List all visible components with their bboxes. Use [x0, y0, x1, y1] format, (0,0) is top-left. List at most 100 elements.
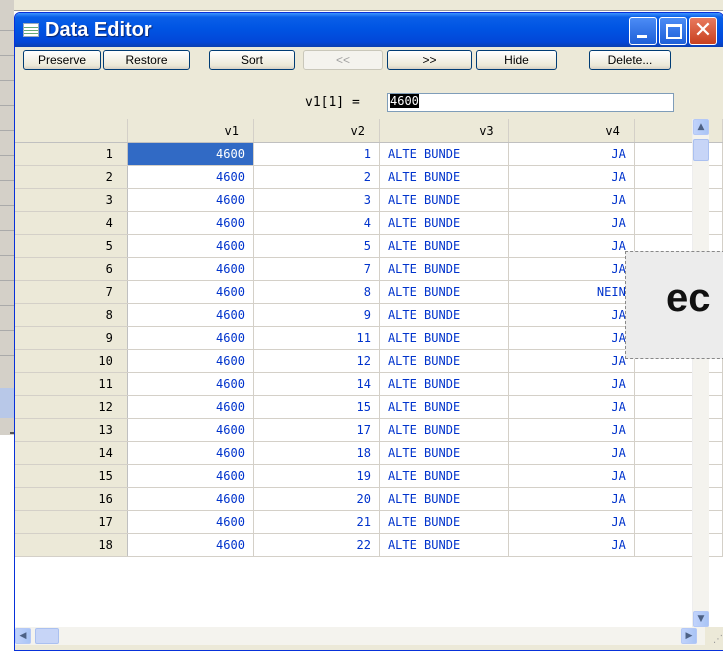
preserve-button[interactable]: Preserve	[23, 50, 101, 70]
cell-v1[interactable]: 4600	[127, 441, 254, 465]
row-header[interactable]: 3	[15, 188, 128, 212]
cell-v3[interactable]: ALTE BUNDE	[379, 441, 509, 465]
cell-v1[interactable]: 4600	[127, 487, 254, 511]
cell-v4[interactable]: NEIN	[508, 280, 635, 304]
resize-grip-icon[interactable]: ⋰	[707, 634, 723, 650]
scroll-up-icon[interactable]: ▲	[693, 119, 709, 135]
minimize-button[interactable]	[629, 17, 657, 45]
cell-v5[interactable]	[634, 188, 723, 212]
row-header[interactable]: 15	[15, 464, 128, 488]
cell-v1[interactable]: 4600	[127, 165, 254, 189]
cell-v1[interactable]: 4600	[127, 372, 254, 396]
cell-v2[interactable]: 5	[253, 234, 380, 258]
row-header[interactable]: 17	[15, 510, 128, 534]
maximize-button[interactable]	[659, 17, 687, 45]
cell-v5[interactable]	[634, 142, 723, 166]
cell-value-input[interactable]: 4600	[387, 93, 674, 112]
scroll-left-icon[interactable]: ◀	[15, 628, 31, 644]
cell-v2[interactable]: 1	[253, 142, 380, 166]
cell-v5[interactable]	[634, 510, 723, 534]
cell-v3[interactable]: ALTE BUNDE	[379, 326, 509, 350]
corner-header[interactable]	[15, 119, 128, 143]
close-button[interactable]: ✕	[689, 17, 717, 45]
cell-v5[interactable]	[634, 464, 723, 488]
cell-v1[interactable]: 4600	[127, 280, 254, 304]
cell-v3[interactable]: ALTE BUNDE	[379, 349, 509, 373]
cell-v3[interactable]: ALTE BUNDE	[379, 142, 509, 166]
cell-v1[interactable]: 4600	[127, 418, 254, 442]
delete-button[interactable]: Delete...	[589, 50, 671, 70]
cell-v3[interactable]: ALTE BUNDE	[379, 165, 509, 189]
cell-v4[interactable]: JA	[508, 326, 635, 350]
cell-v2[interactable]: 14	[253, 372, 380, 396]
scroll-right-icon[interactable]: ▶	[681, 628, 697, 644]
row-header[interactable]: 12	[15, 395, 128, 419]
cell-v4[interactable]: JA	[508, 257, 635, 281]
horizontal-scroll-thumb[interactable]	[35, 628, 59, 644]
cell-v2[interactable]: 4	[253, 211, 380, 235]
column-header[interactable]: v2	[253, 119, 380, 143]
cell-v2[interactable]: 18	[253, 441, 380, 465]
cell-v1[interactable]: 4600	[127, 533, 254, 557]
row-header[interactable]: 5	[15, 234, 128, 258]
cell-v2[interactable]: 11	[253, 326, 380, 350]
title-bar[interactable]: Data Editor ✕	[15, 13, 723, 47]
cell-v1[interactable]: 4600	[127, 142, 254, 166]
cell-v2[interactable]: 20	[253, 487, 380, 511]
row-header[interactable]: 4	[15, 211, 128, 235]
row-header[interactable]: 6	[15, 257, 128, 281]
scroll-down-icon[interactable]: ▼	[693, 611, 709, 627]
cell-v5[interactable]	[634, 487, 723, 511]
restore-button[interactable]: Restore	[103, 50, 190, 70]
next-button[interactable]: >>	[387, 50, 472, 70]
cell-v1[interactable]: 4600	[127, 211, 254, 235]
cell-v3[interactable]: ALTE BUNDE	[379, 280, 509, 304]
row-header[interactable]: 18	[15, 533, 128, 557]
cell-v4[interactable]: JA	[508, 303, 635, 327]
cell-v4[interactable]: JA	[508, 395, 635, 419]
cell-v3[interactable]: ALTE BUNDE	[379, 487, 509, 511]
cell-v3[interactable]: ALTE BUNDE	[379, 234, 509, 258]
cell-v2[interactable]: 17	[253, 418, 380, 442]
row-header[interactable]: 10	[15, 349, 128, 373]
cell-v4[interactable]: JA	[508, 211, 635, 235]
cell-v2[interactable]: 3	[253, 188, 380, 212]
cell-v2[interactable]: 19	[253, 464, 380, 488]
column-header[interactable]: v1	[127, 119, 254, 143]
cell-v5[interactable]	[634, 165, 723, 189]
cell-v5[interactable]	[634, 418, 723, 442]
cell-v1[interactable]: 4600	[127, 257, 254, 281]
cell-v1[interactable]: 4600	[127, 326, 254, 350]
cell-v4[interactable]: JA	[508, 349, 635, 373]
cell-v2[interactable]: 2	[253, 165, 380, 189]
row-header[interactable]: 8	[15, 303, 128, 327]
cell-v3[interactable]: ALTE BUNDE	[379, 533, 509, 557]
cell-v5[interactable]	[634, 533, 723, 557]
cell-v2[interactable]: 12	[253, 349, 380, 373]
cell-v3[interactable]: ALTE BUNDE	[379, 303, 509, 327]
cell-v1[interactable]: 4600	[127, 464, 254, 488]
row-header[interactable]: 11	[15, 372, 128, 396]
column-header[interactable]: v4	[508, 119, 635, 143]
cell-v4[interactable]: JA	[508, 372, 635, 396]
cell-v1[interactable]: 4600	[127, 303, 254, 327]
cell-v2[interactable]: 21	[253, 510, 380, 534]
cell-v1[interactable]: 4600	[127, 349, 254, 373]
cell-v3[interactable]: ALTE BUNDE	[379, 395, 509, 419]
cell-v2[interactable]: 22	[253, 533, 380, 557]
cell-v4[interactable]: JA	[508, 441, 635, 465]
cell-v3[interactable]: ALTE BUNDE	[379, 418, 509, 442]
cell-v3[interactable]: ALTE BUNDE	[379, 372, 509, 396]
row-header[interactable]: 13	[15, 418, 128, 442]
column-header[interactable]: v5	[634, 119, 723, 143]
column-header[interactable]: v3	[379, 119, 509, 143]
cell-v4[interactable]: JA	[508, 234, 635, 258]
row-header[interactable]: 9	[15, 326, 128, 350]
cell-v4[interactable]: JA	[508, 142, 635, 166]
cell-v4[interactable]: JA	[508, 533, 635, 557]
cell-v4[interactable]: JA	[508, 487, 635, 511]
cell-v2[interactable]: 7	[253, 257, 380, 281]
vertical-scrollbar[interactable]: ▲ ▼	[692, 119, 709, 627]
cell-v1[interactable]: 4600	[127, 510, 254, 534]
cell-v4[interactable]: JA	[508, 464, 635, 488]
